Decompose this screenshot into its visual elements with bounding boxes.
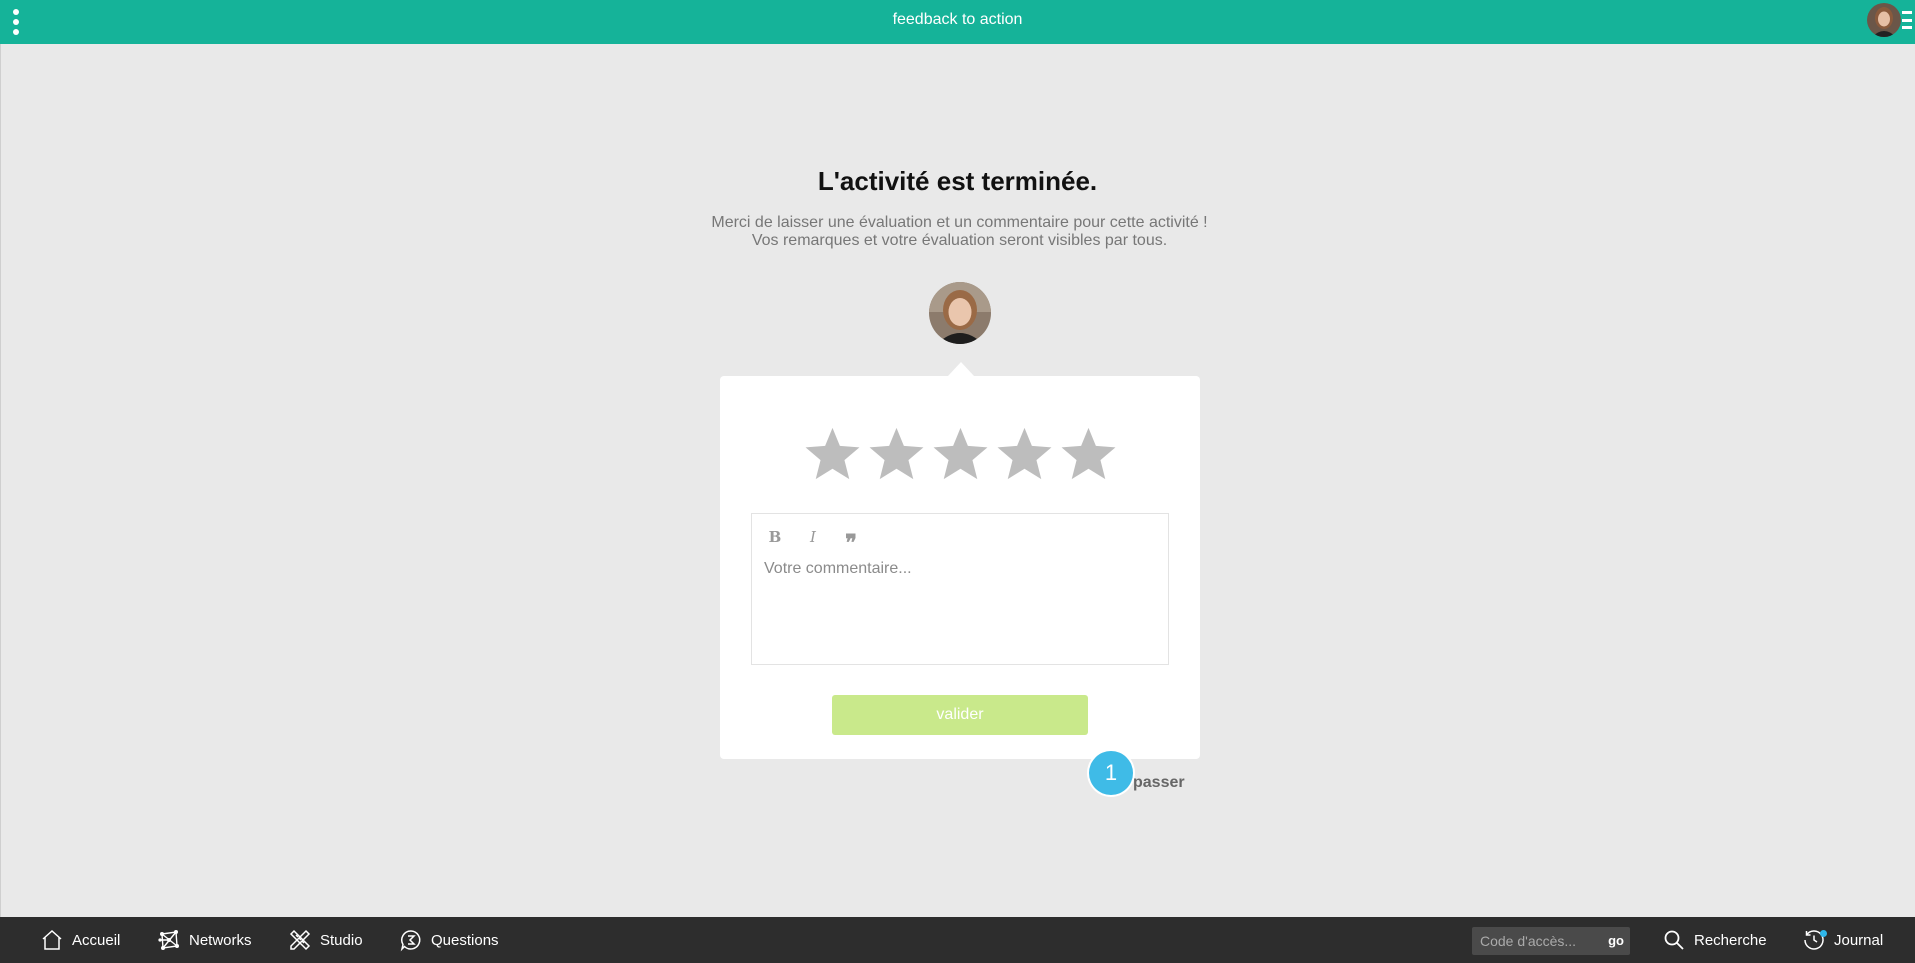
italic-button[interactable]: I [804, 528, 822, 546]
top-bar: feedback to action [0, 0, 1915, 44]
nav-item-recherche[interactable]: Recherche [1662, 917, 1767, 963]
network-icon [158, 930, 179, 950]
comment-input[interactable] [752, 558, 1172, 658]
rating-instructions: Merci de laisser une évaluation et un co… [711, 214, 1208, 249]
notification-dot [1820, 930, 1827, 937]
rating-star-icon[interactable] [930, 424, 991, 485]
home-icon [42, 929, 62, 950]
skip-link[interactable]: passer [1133, 774, 1185, 792]
nav-item-studio[interactable]: Studio [288, 917, 363, 963]
comment-editor: B I ❞ [751, 513, 1172, 665]
nav-label: Questions [431, 931, 499, 949]
step-badge: 1 [1089, 751, 1133, 795]
nav-item-networks[interactable]: Networks [157, 917, 252, 963]
bold-button[interactable]: B [766, 528, 784, 546]
card-pointer [948, 362, 974, 376]
nav-item-questions[interactable]: Questions [399, 917, 499, 963]
nav-item-accueil[interactable]: Accueil [40, 917, 120, 963]
editor-toolbar: B I ❞ [766, 528, 860, 556]
bottom-nav-bar: Accueil Networks Studio Questions Code d… [0, 917, 1915, 963]
rating-star-icon[interactable] [802, 424, 863, 485]
rating-star-icon[interactable] [866, 424, 927, 485]
rating-star-icon[interactable] [994, 424, 1055, 485]
nav-label: Networks [189, 931, 252, 949]
rating-star-icon[interactable] [1058, 424, 1119, 485]
nav-label: Studio [320, 931, 363, 949]
nav-label: Journal [1834, 931, 1884, 949]
user-avatar[interactable] [1867, 3, 1901, 37]
question-bubble-icon [400, 930, 421, 952]
nav-label: Accueil [72, 931, 121, 949]
search-icon [1664, 930, 1684, 950]
quote-button[interactable]: ❞ [842, 528, 860, 556]
nav-item-journal[interactable]: Journal [1802, 917, 1883, 963]
page-title: feedback to action [892, 11, 1023, 28]
hamburger-menu-icon[interactable] [1902, 11, 1912, 29]
access-go-button[interactable]: go [1608, 927, 1624, 955]
author-avatar [929, 282, 991, 344]
submit-button[interactable]: valider [832, 695, 1088, 735]
studio-tools-icon [289, 929, 311, 951]
star-rating[interactable] [720, 424, 1200, 485]
access-code-box: go [1472, 927, 1630, 955]
activity-finished-heading: L'activité est terminée. [817, 166, 1098, 196]
access-code-input[interactable] [1472, 927, 1606, 955]
nav-label: Recherche [1694, 931, 1767, 949]
feedback-card: B I ❞ valider [720, 376, 1200, 759]
